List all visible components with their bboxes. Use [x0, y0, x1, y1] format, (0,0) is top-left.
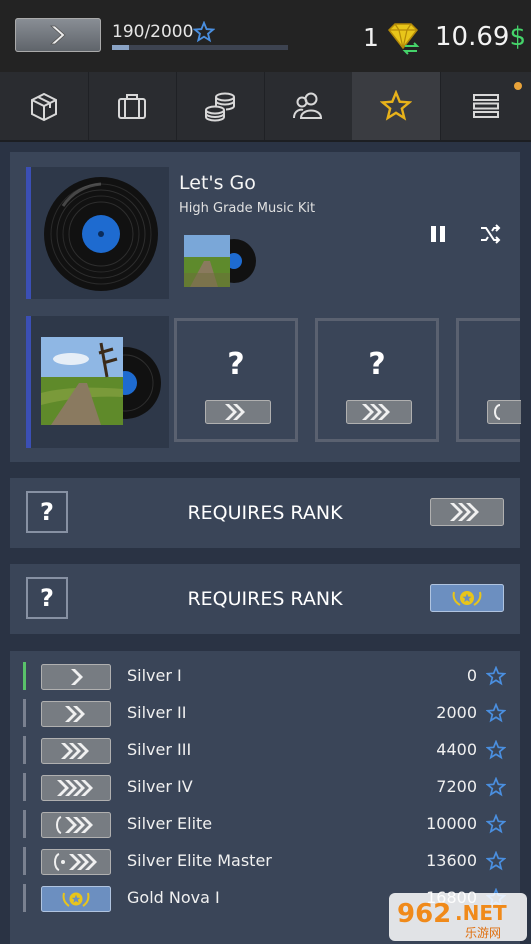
- svg-text:962: 962: [397, 899, 451, 929]
- rank-points: 10000: [426, 814, 477, 833]
- locked-kit-slot[interactable]: ?: [174, 318, 298, 442]
- rank-badge-icon: [430, 498, 504, 526]
- chevron-rank-icon: [49, 25, 66, 45]
- rank-badge-icon: [346, 400, 412, 424]
- gold-nova-badge-icon: [41, 886, 111, 912]
- rank-badge-icon: [41, 812, 111, 838]
- notification-dot: [514, 82, 522, 90]
- pause-icon[interactable]: [428, 224, 448, 244]
- rank-name: Silver I: [127, 666, 182, 685]
- rank-badge-icon: [41, 664, 111, 690]
- xp-progress-fill: [112, 45, 129, 50]
- top-bar: 190/2000 1 10.69$: [0, 0, 531, 72]
- rank-badge-icon: [41, 701, 111, 727]
- current-rank-marker: [23, 662, 26, 690]
- star-icon: [486, 851, 506, 871]
- music-kit-card[interactable]: [26, 316, 169, 448]
- star-icon: [192, 20, 216, 47]
- xp-counter: 190/2000: [112, 22, 194, 42]
- rank-row[interactable]: Silver IV 7200: [10, 768, 520, 805]
- rank-button[interactable]: [15, 18, 101, 52]
- inventory-icon: [31, 92, 57, 122]
- nav-inventory[interactable]: [0, 72, 89, 140]
- rank-name: Silver Elite: [127, 814, 213, 833]
- nav-coins[interactable]: [176, 72, 265, 140]
- svg-text:乐游网: 乐游网: [465, 926, 501, 940]
- balance: 10.69$: [435, 22, 526, 52]
- rank-row[interactable]: Silver Elite Master 13600: [10, 842, 520, 879]
- locked-kit-slot[interactable]: ?: [315, 318, 439, 442]
- star-icon: [486, 777, 506, 797]
- nav-ranks[interactable]: [352, 72, 441, 140]
- nav-friends[interactable]: [264, 72, 353, 140]
- locked-kit-slot-partial[interactable]: [456, 318, 521, 442]
- rank-points: 4400: [436, 740, 477, 759]
- star-icon: [486, 703, 506, 723]
- star-icon: [486, 666, 506, 686]
- album-cover-icon: [184, 235, 256, 287]
- rank-name: Gold Nova I: [127, 888, 220, 907]
- rank-name: Silver Elite Master: [127, 851, 272, 870]
- rank-points: 0: [466, 666, 477, 685]
- rank-row[interactable]: Silver Elite 10000: [10, 805, 520, 842]
- rank-badge-icon: [487, 400, 521, 424]
- balance-amount: 10.69: [435, 22, 510, 52]
- gem-count: 1: [363, 23, 379, 52]
- song-subtitle: High Grade Music Kit: [179, 201, 316, 216]
- rank-badge-icon: [41, 775, 111, 801]
- rank-row[interactable]: Silver III 4400: [10, 731, 520, 768]
- star-icon: [380, 90, 412, 121]
- vinyl-record-icon: [44, 177, 158, 291]
- case-icon: [118, 94, 146, 119]
- rank-name: Silver III: [127, 740, 192, 759]
- song-title: Let's Go: [179, 172, 256, 194]
- rank-name: Silver IV: [127, 777, 193, 796]
- coins-icon: [205, 92, 235, 122]
- locked-slot-symbol: ?: [368, 347, 386, 382]
- locked-slot-symbol: ?: [227, 347, 245, 382]
- rank-points: 7200: [436, 777, 477, 796]
- rank-name: Silver II: [127, 703, 187, 722]
- menu-icon: [472, 94, 499, 118]
- svg-text:.NET: .NET: [455, 901, 507, 925]
- rank-points: 13600: [426, 851, 477, 870]
- rank-badge-icon: [41, 849, 111, 875]
- rank-row[interactable]: Silver I 0: [10, 657, 520, 694]
- diamond-exchange-icon[interactable]: [383, 22, 423, 60]
- rank-badge-icon: [41, 738, 111, 764]
- rank-badge-icon: [205, 400, 271, 424]
- rank-points: 2000: [436, 703, 477, 722]
- site-watermark-logo: 962 .NET 乐游网: [389, 893, 527, 941]
- requirement-row: ? REQUIRES RANK: [10, 478, 520, 548]
- album-cover-icon: [41, 337, 161, 425]
- rank-row[interactable]: Silver II 2000: [10, 694, 520, 731]
- nav-cases[interactable]: [88, 72, 177, 140]
- now-playing-card[interactable]: [26, 167, 169, 299]
- star-icon: [486, 814, 506, 834]
- gold-nova-badge-icon: [430, 584, 504, 612]
- star-icon: [486, 740, 506, 760]
- shuffle-icon[interactable]: [479, 224, 501, 244]
- requirement-row: ? REQUIRES RANK: [10, 564, 520, 634]
- currency-symbol: $: [509, 22, 526, 52]
- xp-progress-bar: [112, 45, 288, 50]
- friends-icon: [293, 92, 323, 119]
- nav-bar: [0, 72, 531, 142]
